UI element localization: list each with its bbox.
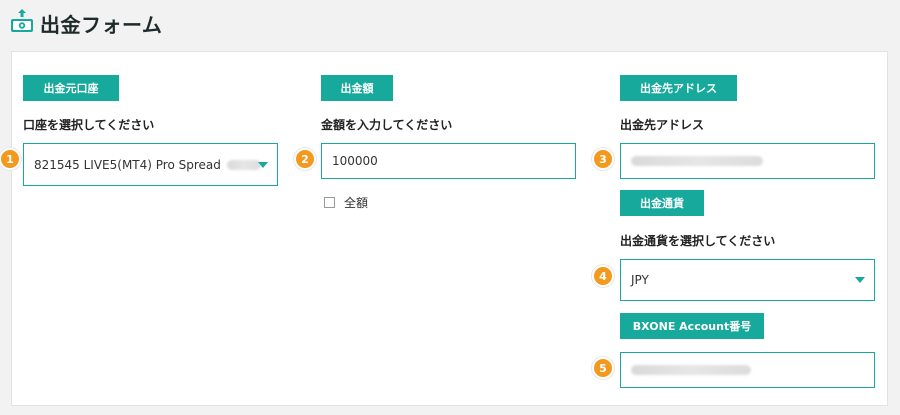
page-title: 出金フォーム — [40, 12, 163, 37]
amount-value: 100000 — [332, 154, 378, 168]
chevron-down-icon — [855, 277, 865, 283]
currency-value: JPY — [631, 273, 649, 287]
currency-label: 出金通貨を選択してください — [620, 234, 776, 248]
amount-label: 金額を入力してください — [321, 118, 453, 132]
full-amount-option[interactable]: 全額 — [324, 194, 368, 211]
source-account-value: 821545 LIVE5(MT4) Pro Spread — [34, 157, 221, 172]
address-input[interactable] — [620, 143, 875, 179]
money-withdraw-icon — [10, 8, 34, 38]
step-marker-3: 3 — [592, 148, 614, 170]
source-account-select[interactable]: 821545 LIVE5(MT4) Pro Spread — [23, 143, 278, 186]
source-account-label: 口座を選択してください — [23, 118, 155, 132]
bxone-tag: BXONE Account番号 — [620, 313, 764, 339]
full-amount-label: 全額 — [344, 196, 369, 210]
step-marker-4: 4 — [592, 265, 614, 287]
source-account-tag: 出金元口座 — [23, 75, 119, 101]
currency-select[interactable]: JPY — [620, 259, 875, 301]
address-tag: 出金先アドレス — [620, 75, 737, 101]
step-marker-5: 5 — [592, 357, 614, 379]
currency-tag: 出金通貨 — [620, 190, 704, 216]
address-label: 出金先アドレス — [620, 118, 705, 132]
page-header: 出金フォーム — [10, 6, 162, 40]
redacted-text — [226, 159, 261, 170]
step-marker-1: 1 — [0, 148, 21, 170]
bxone-account-input[interactable] — [620, 352, 875, 388]
amount-input[interactable]: 100000 — [321, 143, 576, 179]
full-amount-checkbox[interactable] — [324, 197, 335, 208]
chevron-down-icon — [258, 162, 268, 168]
redacted-text — [631, 365, 751, 375]
redacted-text — [631, 156, 763, 166]
step-marker-2: 2 — [294, 148, 316, 170]
amount-tag: 出金額 — [321, 75, 393, 101]
